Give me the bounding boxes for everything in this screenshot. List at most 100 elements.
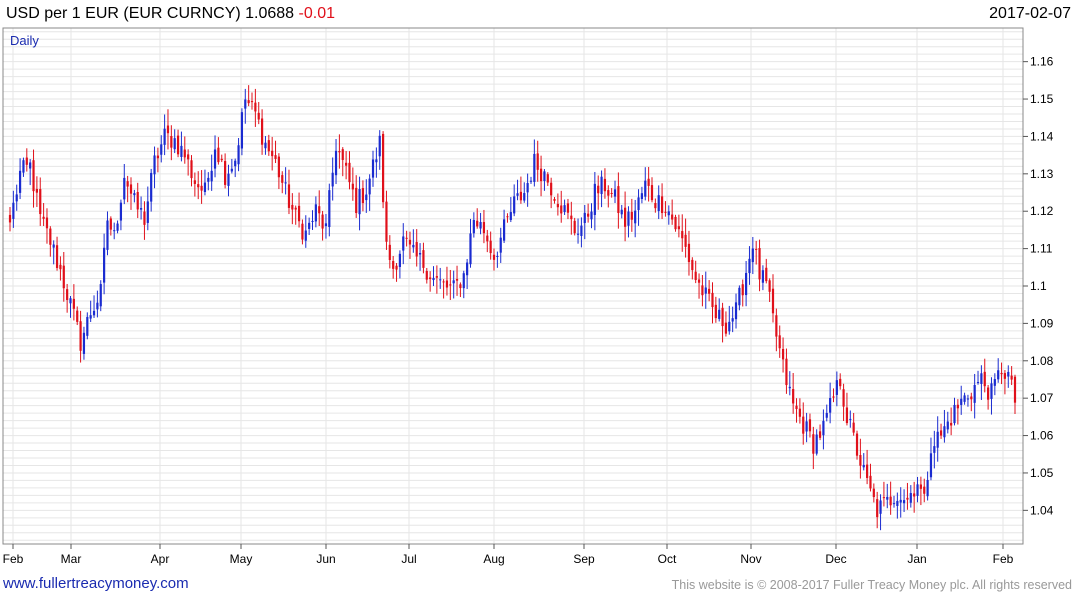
candle [375, 147, 378, 178]
candle [193, 172, 196, 197]
candle-body [815, 434, 818, 454]
candle [701, 275, 704, 307]
candle [993, 373, 996, 396]
candle [103, 233, 106, 295]
candle [99, 280, 102, 312]
candle-body [69, 298, 72, 304]
candle [654, 198, 657, 213]
candle-body [751, 248, 754, 263]
candle-body [970, 396, 973, 400]
candle [805, 412, 808, 443]
copyright-notice: This website is © 2008-2017 Fuller Treac… [671, 578, 1072, 592]
candle-body [966, 398, 970, 400]
candle-body [647, 178, 650, 186]
candle [603, 168, 607, 199]
candle-body [997, 370, 1000, 380]
candle-body [86, 316, 89, 336]
candle [210, 154, 213, 191]
candle [600, 170, 603, 208]
candle [684, 218, 687, 258]
candle-body [919, 484, 922, 489]
candle [657, 185, 660, 220]
candle-body [482, 222, 486, 234]
candle [997, 358, 1000, 383]
candle-body [580, 225, 583, 236]
candle-body [523, 193, 526, 201]
candle-body [613, 189, 617, 197]
candle [570, 201, 573, 235]
candle-body [22, 160, 25, 173]
candle-body [963, 395, 966, 402]
candle-body [654, 203, 657, 209]
candle [745, 260, 748, 307]
candle-body [375, 159, 378, 163]
candle-body [765, 267, 768, 282]
candle [348, 151, 351, 190]
candle-body [203, 182, 207, 192]
candle [459, 282, 462, 298]
candle-body [681, 231, 684, 239]
candle-body [156, 155, 159, 159]
candle [123, 164, 126, 205]
candle-body [576, 233, 580, 235]
candle-body [240, 112, 244, 149]
candle-body [466, 262, 469, 276]
candle-body [926, 479, 929, 497]
candle [496, 251, 499, 268]
candle-body [734, 302, 738, 320]
candle-body [462, 273, 465, 289]
candle [207, 172, 210, 191]
candle-body [506, 216, 509, 218]
candle [519, 176, 523, 204]
candle-body [718, 309, 721, 319]
candle-body [398, 253, 401, 267]
candle [267, 134, 270, 156]
candle [55, 236, 59, 271]
candle [896, 492, 899, 519]
candle-body [129, 184, 133, 194]
candle [741, 279, 744, 307]
candle-body [119, 202, 123, 221]
candle [869, 463, 872, 492]
candle-body [731, 318, 734, 322]
x-tick-label: Jun [316, 552, 335, 566]
candle-body [990, 383, 993, 399]
candle-body [49, 228, 52, 245]
candle-body [271, 150, 274, 157]
candle [260, 109, 264, 155]
candle [422, 242, 425, 274]
candle [502, 209, 506, 244]
candle-body [163, 128, 166, 145]
candle-body [449, 284, 452, 286]
website-link[interactable]: www.fullertreacymoney.com [3, 575, 189, 592]
candle [462, 270, 465, 299]
candle-body [301, 223, 304, 240]
candle-body [492, 254, 496, 260]
candle-body [183, 149, 186, 158]
candle-body [976, 382, 980, 384]
candle-body [798, 408, 801, 417]
candle-body [429, 277, 432, 280]
candle [879, 494, 882, 531]
candle [681, 214, 684, 252]
candle-body [455, 278, 459, 281]
candle [116, 220, 119, 234]
candle-body [408, 239, 412, 245]
candle [640, 186, 644, 204]
candle-body [620, 209, 623, 215]
candle [798, 398, 801, 424]
candle-body [153, 155, 156, 175]
candle [597, 175, 600, 210]
candle-body [166, 125, 170, 134]
candle [213, 135, 217, 178]
x-tick-label: Feb [993, 552, 1014, 566]
candle [183, 136, 186, 164]
candle [153, 146, 156, 189]
candle-body [442, 281, 445, 283]
candle [892, 495, 896, 508]
candle-body [869, 475, 872, 489]
candle-body [980, 373, 983, 384]
candle-body [946, 421, 949, 430]
candle [556, 193, 559, 216]
candle [42, 203, 45, 227]
